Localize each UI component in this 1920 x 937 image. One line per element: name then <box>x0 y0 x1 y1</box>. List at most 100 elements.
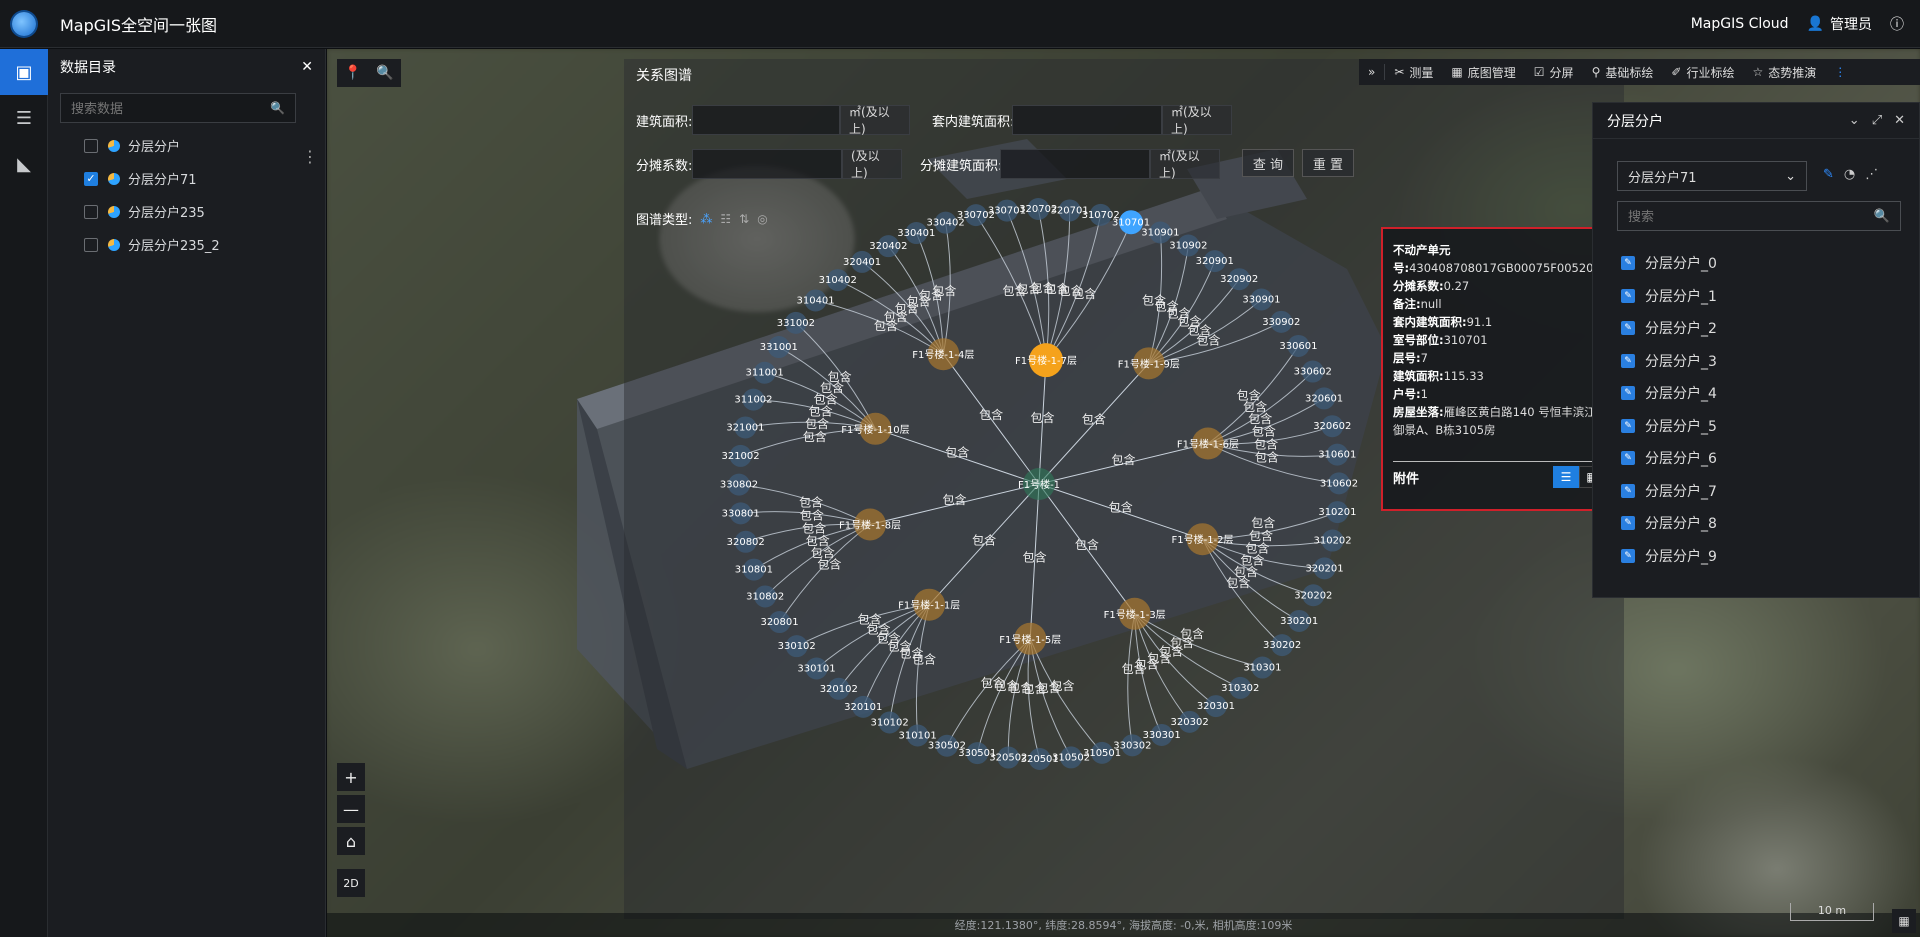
expand-icon[interactable]: ⤢ <box>1872 113 1882 128</box>
toolbar-item[interactable]: ☑ 分屏 <box>1525 64 1583 81</box>
flow-graph-icon[interactable]: ⇅ <box>739 212 749 226</box>
catalog-item[interactable]: 分层分户 <box>48 129 325 162</box>
catalog-item[interactable]: 分层分户235 <box>48 195 325 228</box>
unit-label: 320101 <box>844 702 882 713</box>
layer-list-item[interactable]: ✎ 分层分户_4 <box>1621 377 1717 410</box>
share-area-input[interactable] <box>1000 149 1150 179</box>
tree-graph-icon[interactable]: ☷ <box>720 212 731 226</box>
popup-key: 层号: <box>1393 351 1421 365</box>
edit-layer-icon[interactable]: ✎ <box>1621 483 1635 498</box>
force-graph-icon[interactable]: ⁂ <box>700 212 712 226</box>
edit-layer-icon[interactable]: ✎ <box>1621 256 1635 271</box>
share-icon[interactable]: ⋰ <box>1865 167 1878 182</box>
popup-row: 室号部位:310701 <box>1393 331 1607 349</box>
query-button[interactable]: 查 询 <box>1242 149 1294 177</box>
layer-list-item[interactable]: ✎ 分层分户_9 <box>1621 540 1717 573</box>
layer-list-item[interactable]: ✎ 分层分户_2 <box>1621 312 1717 345</box>
collapse-toolbar-icon[interactable]: » <box>1359 65 1384 79</box>
pen-icon[interactable]: ✎ <box>1823 167 1834 182</box>
layer-list-item[interactable]: ✎ 分层分户_5 <box>1621 410 1717 443</box>
unit-label: 330101 <box>797 663 835 674</box>
unit-edge <box>1029 638 1072 758</box>
cloud-link[interactable]: MapGIS Cloud <box>1691 16 1789 32</box>
layer-list-icon[interactable]: ☰ <box>0 95 48 141</box>
unit-label: 311002 <box>734 395 772 406</box>
data-cube-icon[interactable]: ▣ <box>0 49 48 95</box>
area-input[interactable] <box>692 105 840 135</box>
edge-label: 包含 <box>828 369 852 384</box>
edit-layer-icon[interactable]: ✎ <box>1621 386 1635 401</box>
edit-layer-icon[interactable]: ✎ <box>1621 451 1635 466</box>
checkbox[interactable]: ✓ <box>84 171 98 186</box>
unit-label: 330502 <box>928 741 966 752</box>
toolbar-item[interactable]: ☆ 态势推演 <box>1743 64 1825 81</box>
edit-layer-icon[interactable]: ✎ <box>1621 288 1635 303</box>
unit-label: 330401 <box>897 228 935 239</box>
center-label: F1号楼-1 <box>1018 478 1060 491</box>
chevron-down-icon[interactable]: ⌄ <box>1849 113 1860 128</box>
info-icon[interactable]: ⓘ <box>1890 14 1904 34</box>
tool-icon[interactable]: ◣ <box>0 141 48 187</box>
edit-layer-icon[interactable]: ✎ <box>1621 548 1635 563</box>
location-pin-icon[interactable]: 📍 <box>337 59 369 87</box>
edge-label: 包含 <box>1023 549 1047 564</box>
layer-list-item[interactable]: ✎ 分层分户_7 <box>1621 475 1717 508</box>
layer-select[interactable]: 分层分户71 ⌄ <box>1617 161 1807 191</box>
map-search-icon[interactable]: 🔍 <box>369 59 401 87</box>
scale-bar: 10 m <box>1790 903 1874 921</box>
popup-value: 7 <box>1420 351 1428 365</box>
attachment-row: 附件 ☰▦ <box>1393 461 1605 488</box>
popup-key: 建筑面积: <box>1393 369 1444 383</box>
unit-label: 320202 <box>1294 590 1332 601</box>
edit-layer-icon[interactable]: ✎ <box>1621 516 1635 531</box>
drop-icon[interactable]: ◔ <box>1844 167 1855 182</box>
layer-select-value: 分层分户71 <box>1628 170 1697 186</box>
toggle-2d-button[interactable]: 2D <box>337 869 365 897</box>
layer-search-input[interactable] <box>1628 208 1848 224</box>
inner-area-input[interactable] <box>1012 105 1162 135</box>
toolbar-item[interactable]: ▦ 底图管理 <box>1442 64 1524 81</box>
layer-list-item[interactable]: ✎ 分层分户_1 <box>1621 280 1717 313</box>
checkbox[interactable] <box>84 204 98 219</box>
unit-label: 330602 <box>1294 367 1332 378</box>
panel-close-icon[interactable]: ✕ <box>1894 113 1905 128</box>
toolbar-item-label: 行业标绘 <box>1686 65 1735 80</box>
close-icon[interactable]: ✕ <box>301 59 313 75</box>
home-icon[interactable]: ⌂ <box>337 827 365 855</box>
catalog-search-input[interactable] <box>71 100 251 116</box>
user-menu[interactable]: 👤 管理员 <box>1807 14 1872 34</box>
layer-search-icon[interactable]: 🔍 <box>1874 209 1890 224</box>
ratio-input[interactable] <box>692 149 842 179</box>
layer-list-item[interactable]: ✎ 分层分户_8 <box>1621 507 1717 540</box>
toolbar-item[interactable]: ⚲ 基础标绘 <box>1583 64 1663 81</box>
zoom-in-button[interactable]: + <box>337 763 365 791</box>
layer-list-item[interactable]: ✎ 分层分户_6 <box>1621 442 1717 475</box>
toolbar-item[interactable]: ✐ 行业标绘 <box>1662 64 1743 81</box>
toolbar-item[interactable]: ✂ 测量 <box>1385 64 1442 81</box>
graph-type-label: 图谱类型: <box>636 213 693 228</box>
edge-label: 包含 <box>1075 537 1099 552</box>
checkbox[interactable] <box>84 138 98 153</box>
floor-label: F1号楼-1-1层 <box>898 599 960 612</box>
layer-type-icon <box>108 139 120 152</box>
radial-graph-icon[interactable]: ◎ <box>757 212 767 226</box>
more-vertical-icon[interactable]: ⋮ <box>302 147 318 166</box>
edit-layer-icon[interactable]: ✎ <box>1621 321 1635 336</box>
grid-icon[interactable]: ▦ <box>1892 909 1916 933</box>
popup-row: 层号:7 <box>1393 349 1607 367</box>
layer-list-item[interactable]: ✎ 分层分户_3 <box>1621 345 1717 378</box>
reset-button[interactable]: 重 置 <box>1302 149 1354 177</box>
search-icon[interactable]: 🔍 <box>270 101 285 115</box>
layer-list-label: 分层分户_1 <box>1645 288 1717 305</box>
layer-list-item[interactable]: ✎ 分层分户_0 <box>1621 247 1717 280</box>
unit-label: 310402 <box>819 275 857 286</box>
popup-row: 备注:null <box>1393 295 1607 313</box>
catalog-item[interactable]: ✓ 分层分户71 <box>48 162 325 195</box>
edit-layer-icon[interactable]: ✎ <box>1621 418 1635 433</box>
toolbar-more-icon[interactable]: ⋮ <box>1825 65 1855 79</box>
catalog-item[interactable]: 分层分户235_2 <box>48 228 325 261</box>
list-view-icon[interactable]: ☰ <box>1553 466 1579 488</box>
checkbox[interactable] <box>84 237 98 252</box>
zoom-out-button[interactable]: — <box>337 795 365 823</box>
edit-layer-icon[interactable]: ✎ <box>1621 353 1635 368</box>
